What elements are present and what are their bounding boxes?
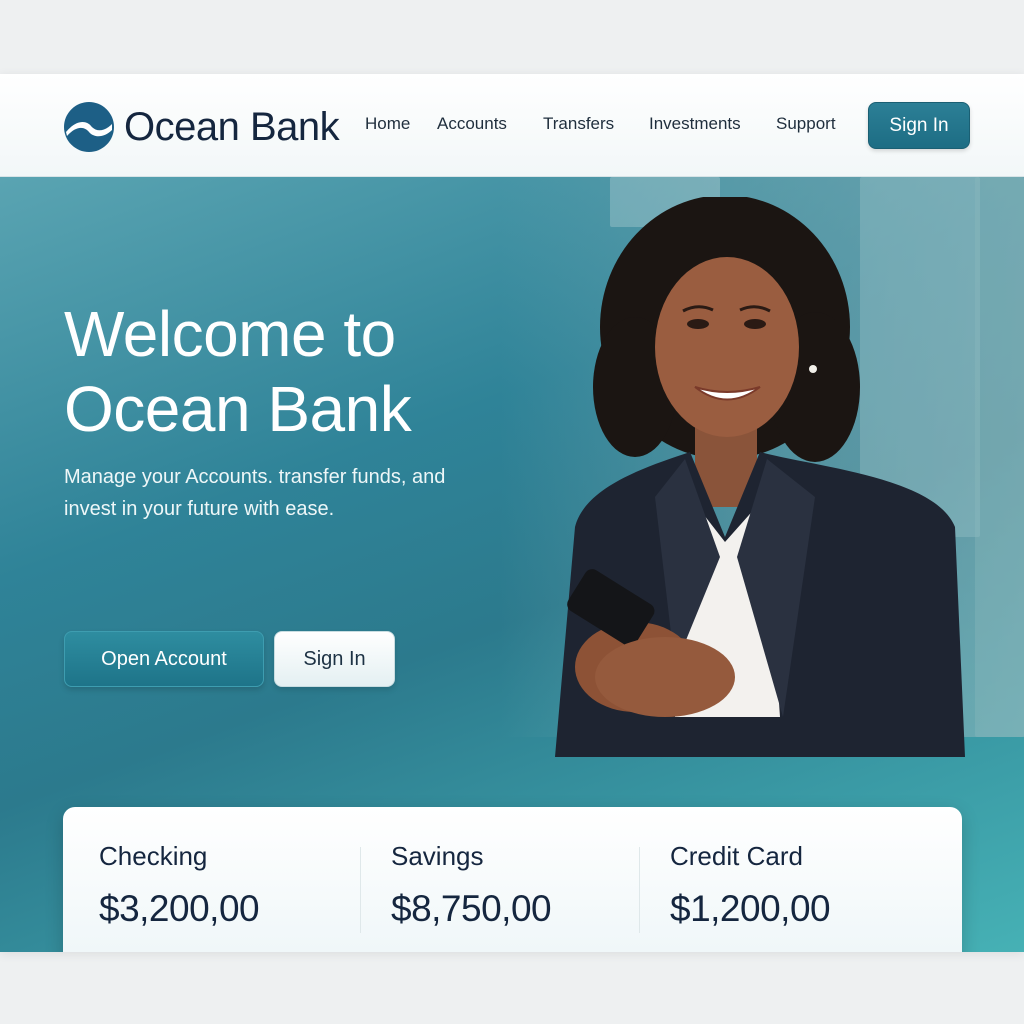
open-account-button[interactable]: Open Account (64, 631, 264, 687)
hero-photo-woman-with-phone (555, 197, 965, 757)
account-balance: $1,200,00 (670, 888, 831, 929)
divider (639, 847, 640, 933)
nav-item-home[interactable]: Home (365, 114, 410, 134)
account-savings[interactable]: Savings $8,750,00 (391, 841, 552, 930)
hero-title: Welcome to Ocean Bank (64, 298, 412, 445)
account-checking[interactable]: Checking $3,200,00 (99, 841, 260, 930)
header-sign-in-button[interactable]: Sign In (868, 102, 970, 149)
nav-item-support[interactable]: Support (776, 114, 836, 134)
brand-name: Ocean Bank (124, 104, 340, 149)
nav-item-investments[interactable]: Investments (649, 114, 741, 134)
background-building (975, 177, 1024, 737)
brand-logo[interactable]: Ocean Bank (64, 102, 340, 152)
wave-logo-icon (64, 102, 114, 152)
divider (360, 847, 361, 933)
account-name: Savings (391, 841, 484, 871)
bank-homepage: Ocean Bank Home Accounts Transfers Inves… (0, 74, 1024, 952)
nav-item-transfers[interactable]: Transfers (543, 114, 614, 134)
nav-item-accounts[interactable]: Accounts (437, 114, 507, 134)
hero-subtitle: Manage your Accounts. transfer funds, an… (64, 466, 446, 520)
hero-sign-in-button[interactable]: Sign In (274, 631, 395, 687)
account-balance: $3,200,00 (99, 888, 260, 929)
account-name: Checking (99, 841, 208, 871)
account-name: Credit Card (670, 841, 803, 871)
site-header: Ocean Bank Home Accounts Transfers Inves… (0, 74, 1024, 177)
account-summary-card: Checking $3,200,00 Savings $8,750,00 Cre… (63, 807, 962, 952)
hero-section: Welcome to Ocean Bank Manage your Accoun… (0, 177, 1024, 952)
account-credit-card[interactable]: Credit Card $1,200,00 (670, 841, 831, 930)
account-balance: $8,750,00 (391, 888, 552, 929)
